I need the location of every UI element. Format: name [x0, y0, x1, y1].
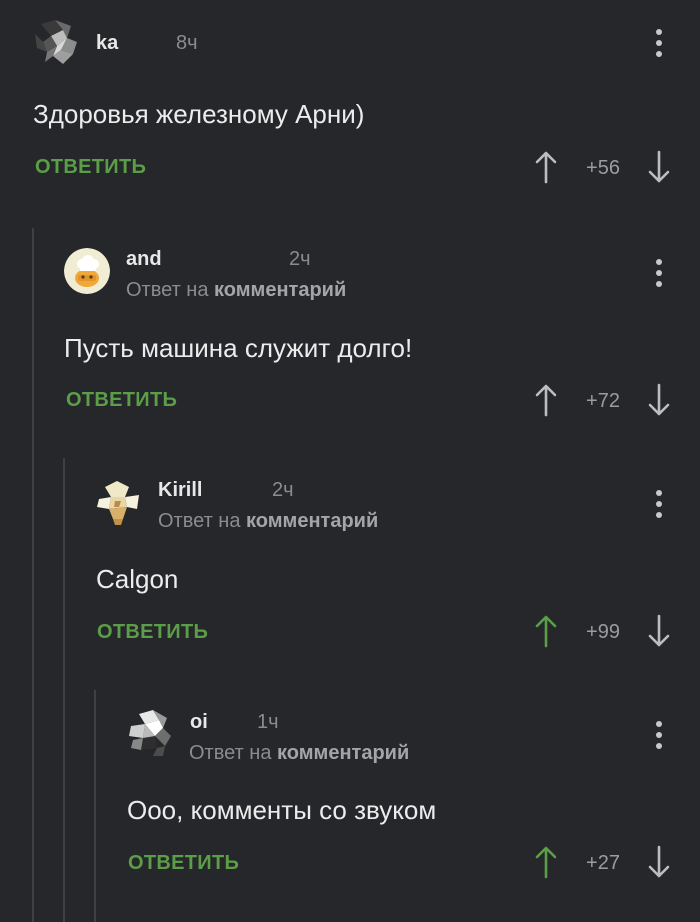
- comment-time: 2ч: [272, 479, 294, 501]
- reply-prefix: Ответ на: [126, 279, 209, 301]
- reply-to-label[interactable]: Ответ на комментарий: [189, 742, 409, 765]
- avatar[interactable]: [33, 20, 79, 66]
- avatar[interactable]: [64, 248, 110, 294]
- more-options-icon[interactable]: [651, 29, 667, 63]
- comment-text: Пусть машина служит долго!: [64, 333, 413, 363]
- thread-line-level-3: [94, 690, 96, 922]
- rating-count: +72: [586, 390, 620, 412]
- downvote-arrow-icon[interactable]: [648, 845, 670, 879]
- comment-text: Ооо, комменты со звуком: [127, 795, 437, 825]
- more-options-icon[interactable]: [651, 259, 667, 293]
- comment-author[interactable]: and: [126, 248, 162, 271]
- downvote-arrow-icon[interactable]: [648, 150, 670, 184]
- comment-time: 1ч: [257, 711, 279, 733]
- thread-line-level-2: [63, 458, 65, 922]
- reply-prefix: Ответ на: [158, 510, 241, 532]
- comment-author[interactable]: oi: [190, 711, 208, 734]
- reply-button[interactable]: ОТВЕТИТЬ: [97, 621, 208, 644]
- reply-button[interactable]: ОТВЕТИТЬ: [66, 389, 177, 412]
- comment-time: 8ч: [176, 32, 198, 54]
- reply-button[interactable]: ОТВЕТИТЬ: [128, 852, 239, 875]
- reply-button[interactable]: ОТВЕТИТЬ: [35, 156, 146, 179]
- thread-line-level-1: [32, 228, 34, 922]
- reply-prefix: Ответ на: [189, 742, 272, 764]
- downvote-arrow-icon[interactable]: [648, 383, 670, 417]
- rating-count: +56: [586, 157, 620, 179]
- comment-author[interactable]: ka: [96, 32, 118, 55]
- comment-text: Calgon: [96, 564, 179, 594]
- reply-to-label[interactable]: Ответ на комментарий: [126, 279, 346, 302]
- upvote-arrow-icon[interactable]: [535, 383, 557, 417]
- avatar[interactable]: [127, 710, 173, 756]
- downvote-arrow-icon[interactable]: [648, 614, 670, 648]
- reply-to-label[interactable]: Ответ на комментарий: [158, 510, 378, 533]
- upvote-arrow-icon[interactable]: [535, 845, 557, 879]
- comment-text: Здоровья железному Арни): [33, 99, 365, 129]
- reply-target-link[interactable]: комментарий: [214, 279, 346, 301]
- upvote-arrow-icon[interactable]: [535, 150, 557, 184]
- comment-time: 2ч: [289, 248, 311, 270]
- comment-author[interactable]: Kirill: [158, 479, 202, 502]
- more-options-icon[interactable]: [651, 490, 667, 524]
- rating-count: +27: [586, 852, 620, 874]
- reply-target-link[interactable]: комментарий: [277, 742, 409, 764]
- upvote-arrow-icon[interactable]: [535, 614, 557, 648]
- more-options-icon[interactable]: [651, 721, 667, 755]
- rating-count: +99: [586, 621, 620, 643]
- avatar[interactable]: [95, 479, 141, 525]
- reply-target-link[interactable]: комментарий: [246, 510, 378, 532]
